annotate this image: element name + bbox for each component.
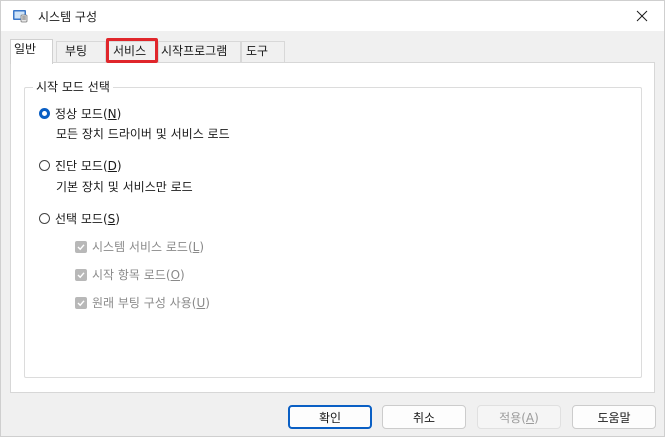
services-tab-highlight — [106, 38, 158, 63]
help-button[interactable]: 도움말 — [572, 405, 656, 429]
checkmark-icon — [77, 299, 85, 306]
group-label: 시작 모드 선택 — [33, 80, 113, 94]
title-bar: 시스템 구성 — [1, 1, 664, 31]
radio-diagnostic-startup[interactable]: 진단 모드(D) — [39, 157, 122, 174]
tab-tools[interactable]: 도구 — [241, 41, 285, 62]
system-configuration-window: 시스템 구성 일반 부팅 서비스 시작프로그램 도구 시작 모드 선택 정상 모… — [0, 0, 665, 437]
startup-selection-group: 시작 모드 선택 정상 모드(N) 모든 장치 드라이버 및 서비스 로드 진단… — [24, 80, 642, 378]
apply-button[interactable]: 적용(A) — [477, 405, 561, 429]
cancel-button[interactable]: 취소 — [382, 405, 466, 429]
checkbox-disabled-checked[interactable] — [75, 268, 87, 281]
tab-startup[interactable]: 시작프로그램 — [158, 41, 241, 62]
radio-label: 선택 모드(S) — [55, 212, 120, 226]
radio-normal-startup[interactable]: 정상 모드(N) — [39, 105, 121, 122]
general-tab-panel: 시작 모드 선택 정상 모드(N) 모든 장치 드라이버 및 서비스 로드 진단… — [10, 62, 655, 393]
tab-general[interactable]: 일반 — [10, 39, 53, 64]
radio-selective-startup[interactable]: 선택 모드(S) — [39, 210, 120, 227]
radio-button[interactable] — [39, 160, 50, 171]
radio-label: 진단 모드(D) — [55, 159, 122, 173]
ok-button[interactable]: 확인 — [288, 405, 372, 429]
system-configuration-app-icon — [13, 10, 28, 23]
checkbox-load-startup-items[interactable]: 시작 항목 로드(O) — [75, 266, 185, 283]
radio-button-selected[interactable] — [39, 108, 50, 119]
diagnostic-startup-description: 기본 장치 및 서비스만 로드 — [56, 180, 193, 194]
checkbox-label: 시작 항목 로드(O) — [92, 268, 185, 282]
tab-boot[interactable]: 부팅 — [56, 41, 106, 62]
checkbox-label: 시스템 서비스 로드(L) — [92, 240, 205, 254]
checkbox-load-system-services[interactable]: 시스템 서비스 로드(L) — [75, 238, 204, 255]
tab-strip: 일반 부팅 서비스 시작프로그램 도구 — [1, 39, 664, 64]
checkbox-disabled-checked[interactable] — [75, 240, 87, 253]
checkbox-disabled-checked[interactable] — [75, 296, 87, 309]
checkbox-label: 원래 부팅 구성 사용(U) — [92, 296, 210, 310]
checkmark-icon — [77, 243, 85, 250]
checkbox-use-original-boot-config[interactable]: 원래 부팅 구성 사용(U) — [75, 294, 210, 311]
close-icon — [636, 10, 648, 22]
close-button[interactable] — [620, 1, 664, 31]
checkmark-icon — [77, 271, 85, 278]
normal-startup-description: 모든 장치 드라이버 및 서비스 로드 — [56, 127, 230, 141]
radio-button[interactable] — [39, 213, 50, 224]
window-title: 시스템 구성 — [38, 10, 98, 24]
radio-label: 정상 모드(N) — [55, 107, 122, 121]
